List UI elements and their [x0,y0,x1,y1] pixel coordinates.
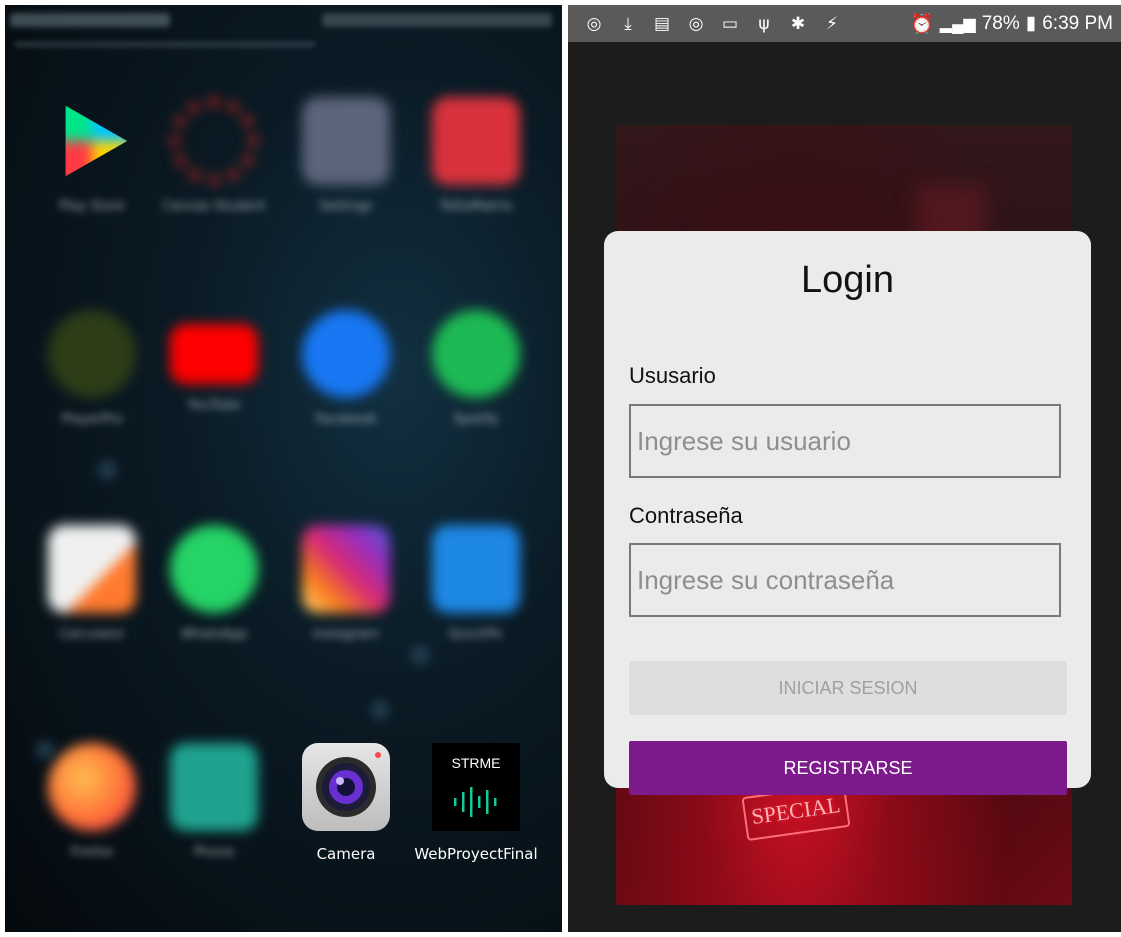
app-settings[interactable]: Settings [286,97,406,215]
app-webproyectfinal[interactable]: STRME WebProyectFinal [414,743,538,864]
facebook-icon [302,310,390,398]
app-label: Play Store [59,199,125,214]
strme-logo-text: STRME [451,755,501,771]
gear-icon [302,97,390,185]
todo-icon [432,97,520,185]
status-bar: ◎ ⤓ ▤ ◎ ▭ ψ ✱ ⚡ ⏰ ▂▄▆ 78% ▮ 6:39 PM [568,5,1121,42]
notification-icons: ◎ ⤓ ▤ ◎ ▭ ψ ✱ ⚡ [584,14,842,34]
quickpic-icon [432,525,520,613]
app-todomatrix[interactable]: ToDoMatrix [416,97,536,215]
password-label: Contraseña [629,503,743,528]
app-instagram[interactable]: Instagram [286,525,406,643]
app-youtube[interactable]: YouTube [154,310,274,414]
app-label: Settings [319,199,373,214]
password-field[interactable]: Ingrese su contraseña [629,543,1061,617]
app-label: ToDoMatrix [439,199,513,214]
phone-icon [170,743,258,831]
app-label: QuickPic [448,627,504,642]
username-label: Ususario [629,363,716,388]
message-icon: ▤ [653,13,671,34]
play-store-icon [65,105,128,177]
app-label: Phone [193,845,235,860]
login-card: Login Ususario Ingrese su usuario Contra… [604,231,1091,788]
login-title: Login [801,259,894,301]
sound-wave-icon [454,787,497,817]
login-screen: ◎ ⤓ ▤ ◎ ▭ ψ ✱ ⚡ ⏰ ▂▄▆ 78% ▮ 6:39 PM SPEC… [568,5,1121,932]
app-label: WhatsApp [180,627,248,642]
flash-icon: ⚡ [826,13,838,34]
camera-icon [302,743,390,831]
signal-icon: ▂▄▆ [939,15,976,33]
app-play-store[interactable]: Play Store [32,97,152,215]
app-label: Facebook [315,412,377,427]
home-screen: Play Store Canvas Student Settings ToDoM… [5,5,562,932]
alarm-icon: ⏰ [910,13,934,35]
app-canvas-student[interactable]: Canvas Student [154,97,274,215]
app-label: PlayerPro [61,412,123,427]
battery-icon: ▮ [1025,13,1037,34]
app-label: Calculator [58,627,125,642]
youtube-icon [170,324,258,384]
app-phone[interactable]: Phone [154,743,274,861]
app-label: YouTube [187,398,241,413]
spotify-icon [432,310,520,398]
clock: 6:39 PM [1042,12,1113,34]
register-button[interactable]: REGISTRARSE [629,741,1067,795]
instagram-notification-icon: ◎ [586,13,602,34]
app-label: Firefox [70,845,114,860]
usb-icon: ψ [758,13,770,34]
app-firefox[interactable]: Firefox [32,743,152,861]
app-label: Camera [316,845,376,863]
whatsapp-icon [170,525,258,613]
calculator-icon [48,525,136,613]
app-label: Canvas Student [162,199,266,214]
app-label: Instagram [312,627,380,642]
app-camera[interactable]: Camera [286,743,406,864]
app-label: WebProyectFinal [414,845,538,863]
firefox-icon [48,743,136,831]
instagram-icon [302,525,390,613]
username-field[interactable]: Ingrese su usuario [629,404,1061,478]
app-whatsapp[interactable]: WhatsApp [154,525,274,643]
app-spotify[interactable]: Spotify [416,310,536,428]
debug-icon: ✱ [790,13,806,34]
app-calculator[interactable]: Calculator [32,525,152,643]
playerpro-icon [48,310,136,398]
download-icon: ⤓ [624,13,632,34]
voicemail-icon: ▭ [721,13,739,34]
strme-icon: STRME [432,743,520,831]
app-label: Spotify [453,412,499,427]
blurred-status-bar [5,5,562,46]
battery-percent: 78% [981,12,1020,34]
app-playerpro[interactable]: PlayerPro [32,310,152,428]
app-facebook[interactable]: Facebook [286,310,406,428]
app-quickpic[interactable]: QuickPic [416,525,536,643]
instagram-notification-icon: ◎ [688,13,704,34]
canvas-icon [170,97,258,185]
login-button[interactable]: INICIAR SESION [629,661,1067,715]
